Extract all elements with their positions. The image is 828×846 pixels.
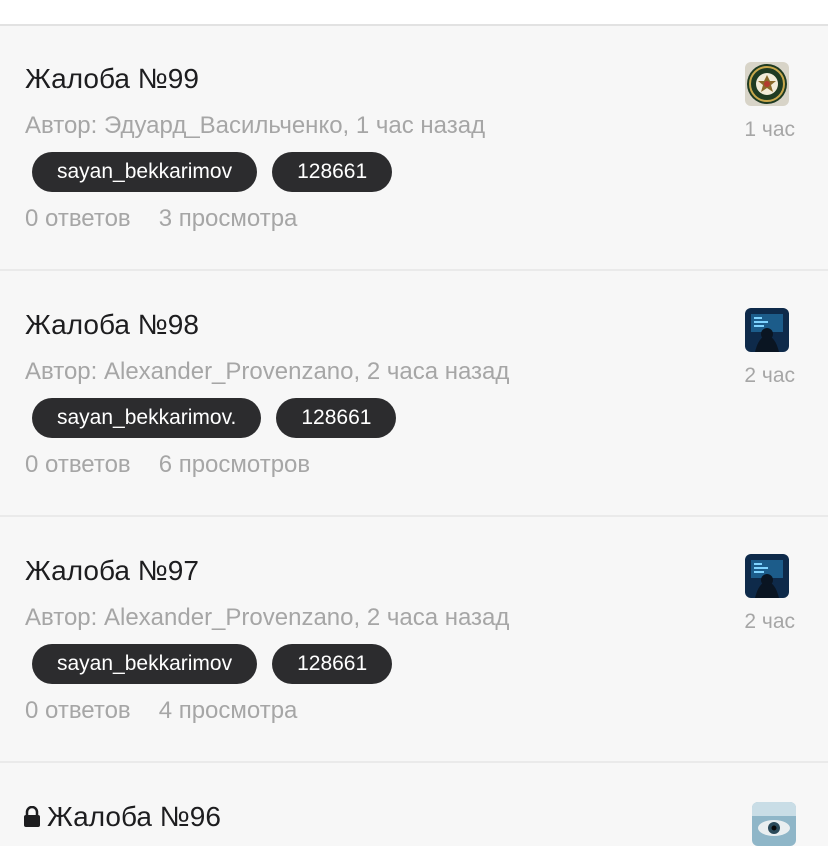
thread-stats: 0 ответов 3 просмотра — [25, 204, 297, 234]
thread-time: 2 час — [744, 610, 795, 633]
eye-avatar[interactable] — [752, 802, 796, 846]
army-seal-avatar[interactable] — [745, 62, 789, 106]
lock-icon — [23, 802, 41, 836]
views-count: 3 просмотра — [158, 205, 298, 232]
tag-prefix[interactable]: 128661 — [272, 644, 393, 684]
thread-author: Автор: Alexander_Provenzano, 2 часа наза… — [25, 358, 510, 385]
thread-item[interactable]: Жалоба №96 — [0, 764, 828, 846]
thread-tags: sayan_bekkarimov. 128661 — [32, 398, 397, 438]
tag-prefix[interactable]: sayan_bekkarimov. — [32, 398, 262, 438]
tag-prefix[interactable]: sayan_bekkarimov — [32, 644, 258, 684]
tag-prefix[interactable]: 128661 — [276, 398, 397, 438]
thread-item[interactable]: Жалоба №98 Автор: Alexander_Provenzano, … — [0, 272, 828, 517]
thread-time: 2 час — [744, 364, 795, 387]
answers-count: 0 ответов — [25, 697, 131, 724]
views-count: 6 просмотров — [158, 451, 311, 478]
thread-stats: 0 ответов 4 просмотра — [25, 696, 297, 726]
views-count: 4 просмотра — [158, 697, 298, 724]
hacker-avatar[interactable] — [745, 554, 789, 598]
thread-stats: 0 ответов 6 просмотров — [25, 450, 310, 480]
thread-tags: sayan_bekkarimov 128661 — [32, 644, 393, 684]
hacker-avatar[interactable] — [745, 308, 789, 352]
thread-author: Автор: Эдуард_Васильченко, 1 час назад — [25, 112, 486, 139]
thread-title[interactable]: Жалоба №96 — [23, 800, 221, 836]
answers-count: 0 ответов — [25, 205, 131, 232]
thread-title-text: Жалоба №96 — [47, 801, 221, 832]
thread-title[interactable]: Жалоба №99 — [25, 62, 199, 96]
thread-tags: sayan_bekkarimov 128661 — [32, 152, 393, 192]
thread-author: Автор: Alexander_Provenzano, 2 часа наза… — [25, 604, 510, 631]
thread-title[interactable]: Жалоба №98 — [25, 308, 199, 342]
thread-title[interactable]: Жалоба №97 — [25, 554, 199, 588]
tag-prefix[interactable]: 128661 — [272, 152, 393, 192]
thread-item[interactable]: Жалоба №97 Автор: Alexander_Provenzano, … — [0, 518, 828, 763]
thread-time: 1 час — [744, 118, 795, 141]
answers-count: 0 ответов — [25, 451, 131, 478]
thread-item[interactable]: Жалоба №99 Автор: Эдуард_Васильченко, 1 … — [0, 26, 828, 271]
tag-prefix[interactable]: sayan_bekkarimov — [32, 152, 258, 192]
top-bar — [0, 0, 828, 26]
